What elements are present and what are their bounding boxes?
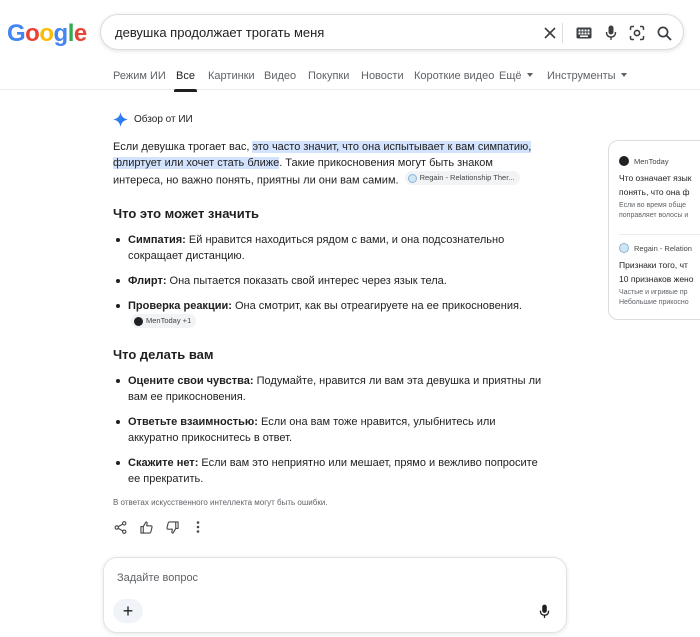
- google-logo[interactable]: Google: [7, 20, 87, 48]
- mentoday-logo-icon: [619, 156, 629, 166]
- plus-icon: +: [122, 600, 134, 621]
- source-name-row: MenToday: [619, 156, 700, 166]
- ai-disclaimer: В ответах искусственного интеллекта могу…: [113, 498, 328, 507]
- item-term: Симпатия:: [128, 234, 186, 246]
- list-item: Проверка реакции: Она смотрит, как вы от…: [113, 298, 543, 332]
- logo-letter: g: [53, 20, 69, 47]
- source-card[interactable]: Regain - Relation Признаки того, чт 10 п…: [619, 243, 700, 308]
- regain-logo-icon: [619, 243, 629, 253]
- list-item: Скажите нет: Если вам это неприятно или …: [113, 455, 543, 487]
- logo-letter: G: [7, 20, 26, 47]
- section-heading: Что делать вам: [113, 347, 214, 362]
- section-heading: Что это может значить: [113, 206, 260, 221]
- mic-icon[interactable]: [537, 603, 551, 619]
- source-snippet: Небольшие прикосно: [619, 299, 689, 306]
- tab-all[interactable]: Все: [174, 70, 197, 92]
- item-text: Она пытается показать свой интерес через…: [166, 275, 447, 287]
- search-icon[interactable]: [654, 23, 674, 43]
- source-title: Что означает язык: [619, 173, 692, 183]
- tab-shopping[interactable]: Покупки: [308, 70, 349, 82]
- lens-icon[interactable]: [627, 23, 647, 43]
- source-card[interactable]: MenToday Что означает язык понять, что о…: [619, 156, 700, 221]
- thumbs-down-icon[interactable]: [165, 520, 179, 534]
- source-title: понять, что она ф: [619, 187, 690, 197]
- source-chip[interactable]: MenToday +1: [131, 314, 197, 328]
- mic-icon[interactable]: [601, 23, 621, 43]
- source-title: Признаки того, чт: [619, 260, 688, 270]
- item-term: Флирт:: [128, 275, 167, 287]
- source-name: Regain - Relation: [634, 243, 692, 253]
- tab-tools[interactable]: Инструменты: [547, 70, 627, 82]
- item-term: Оцените свои чувства:: [128, 375, 254, 387]
- add-button[interactable]: +: [113, 599, 143, 623]
- more-vert-icon[interactable]: [191, 520, 205, 534]
- ai-intro-paragraph: Если девушка трогает вас, это часто знач…: [113, 139, 543, 189]
- list-item: Флирт: Она пытается показать свой интере…: [113, 273, 543, 289]
- gemini-sparkle-icon: [113, 112, 128, 127]
- tab-ai-mode[interactable]: Режим ИИ: [113, 70, 166, 82]
- chevron-down-icon: [526, 73, 533, 77]
- meaning-list: Симпатия: Ей нравится находиться рядом с…: [113, 232, 543, 341]
- search-box[interactable]: девушка продолжает трогать меня: [100, 14, 684, 50]
- item-term: Ответьте взаимностью:: [128, 416, 258, 428]
- action-list: Оцените свои чувства: Подумайте, нравитс…: [113, 373, 543, 496]
- tab-more[interactable]: Ещё: [499, 70, 533, 82]
- ask-question-box[interactable]: Задайте вопрос +: [103, 557, 567, 633]
- list-item: Ответьте взаимностью: Если она вам тоже …: [113, 414, 543, 446]
- source-snippet: Частые и игривые пр: [619, 289, 688, 296]
- source-snippet: поправляет волосы и: [619, 212, 689, 219]
- thumbs-up-icon[interactable]: [139, 520, 153, 534]
- search-tabs: Режим ИИ Все Картинки Видео Покупки Ново…: [0, 62, 700, 92]
- list-item: Симпатия: Ей нравится находиться рядом с…: [113, 232, 543, 264]
- tab-images[interactable]: Картинки: [208, 70, 255, 82]
- tab-more-label: Ещё: [499, 70, 522, 82]
- source-chip-label: MenToday +1: [146, 316, 192, 325]
- source-chip-label: Regain - Relationship Ther...: [419, 173, 515, 182]
- tab-tools-label: Инструменты: [547, 70, 616, 82]
- source-name: MenToday: [634, 156, 669, 166]
- item-term: Скажите нет:: [128, 457, 199, 469]
- ai-overview-title: Обзор от ИИ: [134, 114, 193, 125]
- tab-short-videos[interactable]: Короткие видео: [414, 70, 494, 82]
- close-icon[interactable]: [540, 23, 560, 43]
- share-icon[interactable]: [113, 520, 127, 534]
- search-input[interactable]: девушка продолжает трогать меня: [115, 25, 324, 40]
- chevron-down-icon: [620, 73, 627, 77]
- keyboard-icon[interactable]: [574, 23, 594, 43]
- source-cards-panel: MenToday Что означает язык понять, что о…: [608, 140, 700, 320]
- ask-input[interactable]: Задайте вопрос: [117, 572, 198, 584]
- source-name-row: Regain - Relation: [619, 243, 700, 253]
- logo-letter: o: [39, 20, 54, 47]
- feedback-actions: [113, 520, 205, 534]
- ai-overview-header: Обзор от ИИ: [113, 112, 193, 127]
- source-chip[interactable]: Regain - Relationship Ther...: [404, 171, 520, 185]
- item-term: Проверка реакции:: [128, 300, 232, 312]
- search-divider: [562, 23, 563, 43]
- item-text: Она смотрит, как вы отреагируете на ее п…: [231, 300, 522, 312]
- logo-letter: o: [25, 20, 40, 47]
- list-item: Оцените свои чувства: Подумайте, нравитс…: [113, 373, 543, 405]
- source-snippet: Если во время обще: [619, 202, 687, 209]
- mentoday-logo-icon: [134, 316, 143, 326]
- tab-videos[interactable]: Видео: [264, 70, 296, 82]
- source-divider: [619, 234, 700, 235]
- tab-news[interactable]: Новости: [361, 70, 404, 82]
- source-title: 10 признаков жено: [619, 274, 694, 284]
- regain-logo-icon: [407, 173, 417, 183]
- intro-text: Если девушка трогает вас,: [113, 141, 253, 153]
- logo-letter: e: [73, 20, 87, 47]
